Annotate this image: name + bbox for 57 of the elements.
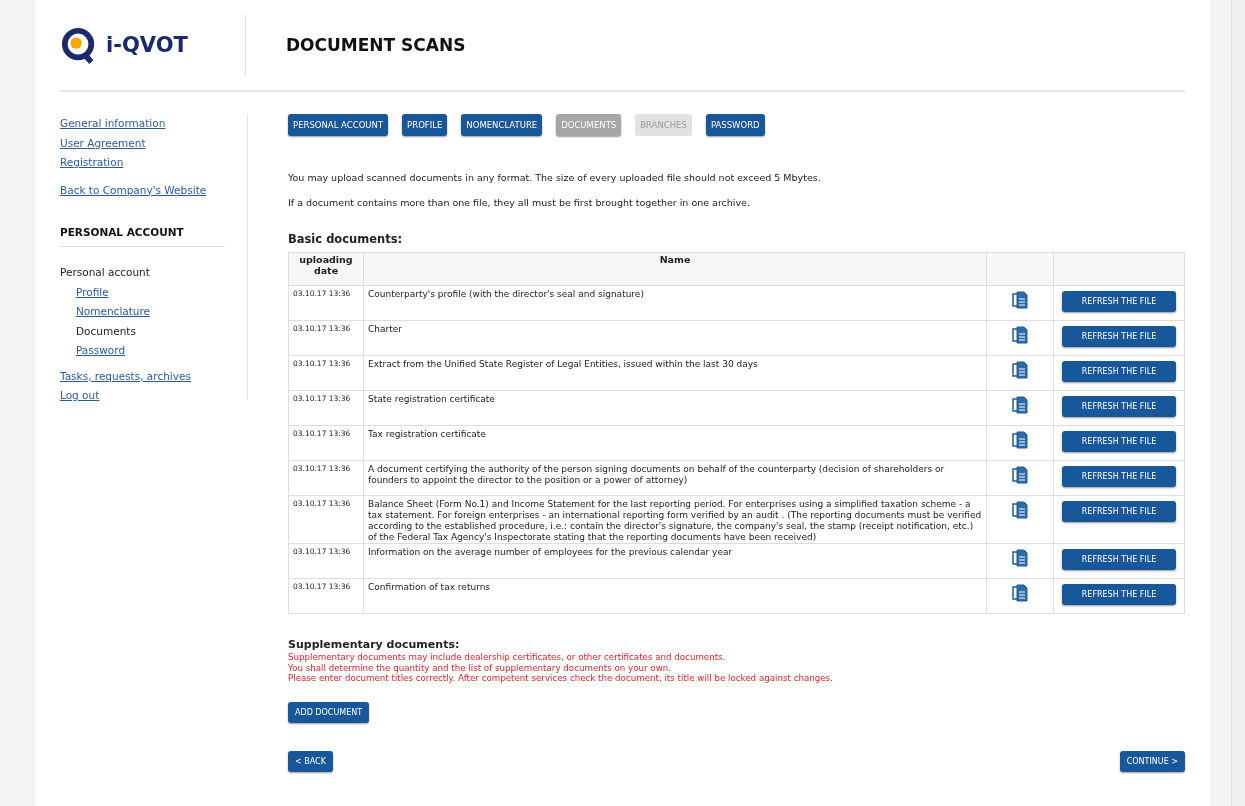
warning-text: Please enter document titles correctly. After competent services check the document, its title will be locked against changes. (288, 673, 834, 684)
section-title: PERSONAL ACCOUNT (60, 226, 225, 247)
refresh-file-button[interactable]: REFRESH THE FILE (1062, 584, 1176, 605)
column-header: Name (363, 252, 987, 286)
sidebar-item[interactable]: Documents (60, 321, 225, 341)
refresh-file-button[interactable]: REFRESH THE FILE (1062, 326, 1176, 347)
refresh-file-button[interactable]: REFRESH THE FILE (1062, 431, 1176, 452)
name-cell: Confirmation of tax returns (363, 578, 987, 614)
documents-icon[interactable] (1012, 361, 1028, 379)
name-cell: Balance Sheet (Form No.1) and Income Statement for the last reporting period. For enterprises using a simplified taxation scheme - a tax statement. For foreign enterprises - an international reporting form verified by an audit . (The reporting documents must be verified according to the established procedure, i.e.: contain the director's signature, the company's seal, the stamp (receipt notification, etc.) of the Federal Tax Agency's Inspectorate stating that the reporting documents have been received) (363, 495, 987, 544)
sidebar-link[interactable]: General information (60, 114, 225, 134)
info-text: You may upload scanned documents in any format. The size of every uploaded file should not exceed 5 Mbytes. (288, 172, 822, 183)
documents-icon[interactable] (1012, 501, 1028, 519)
name-cell: Tax registration certificate (363, 425, 987, 461)
column-header: uploading date (288, 252, 364, 286)
section-heading: Supplementary documents: (288, 638, 461, 651)
page-title: DOCUMENT SCANS (286, 35, 466, 55)
refresh-file-button[interactable]: REFRESH THE FILE (1062, 361, 1176, 382)
name-cell: Counterparty's profile (with the director's seal and signature) (363, 285, 987, 321)
tab[interactable]: NOMENCLATURE (461, 114, 543, 136)
sidebar-link[interactable]: Registration (60, 153, 225, 173)
name-cell: Extract from the Unified State Register of Legal Entities, issued within the last 30 days (363, 355, 987, 391)
warning-text: Supplementary documents may include dealership certificates, or other certificates and documents. (288, 652, 727, 663)
documents-icon[interactable] (1012, 326, 1028, 344)
refresh-file-button[interactable]: REFRESH THE FILE (1062, 549, 1176, 570)
logo-text: i-QVOT (106, 33, 188, 57)
documents-icon[interactable] (1012, 396, 1028, 414)
add-document-button[interactable]: ADD DOCUMENT (288, 701, 370, 723)
documents-icon[interactable] (1012, 584, 1028, 602)
refresh-file-button[interactable]: REFRESH THE FILE (1062, 396, 1176, 417)
sidebar-item[interactable]: Personal account (60, 263, 225, 283)
section-heading: Basic documents: (288, 232, 404, 246)
documents-icon[interactable] (1012, 549, 1028, 567)
tab[interactable]: PROFILE (402, 114, 448, 136)
name-cell: A document certifying the authority of the person signing documents on behalf of the counterparty (decision of shareholders or founders to appoint the director to the position or a power of attorney) (363, 460, 987, 496)
refresh-file-button[interactable]: REFRESH THE FILE (1062, 291, 1176, 312)
documents-icon[interactable] (1012, 466, 1028, 484)
name-cell: State registration certificate (363, 390, 987, 426)
sidebar-item[interactable]: Password (60, 341, 225, 361)
refresh-file-button[interactable]: REFRESH THE FILE (1062, 501, 1176, 522)
refresh-file-button[interactable]: REFRESH THE FILE (1062, 466, 1176, 487)
sidebar-link[interactable]: User Agreement (60, 133, 225, 153)
info-text: If a document contains more than one file, they all must be first brought together in one archive. (288, 197, 751, 208)
name-cell: Information on the average number of employees for the previous calendar year (363, 543, 987, 579)
back-button[interactable]: < BACK (288, 750, 333, 772)
sidebar-item[interactable]: Nomenclature (60, 302, 225, 322)
sidebar-item[interactable]: Tasks, requests, archives (60, 366, 225, 386)
sidebar-item[interactable]: Profile (60, 282, 225, 302)
documents-icon[interactable] (1012, 431, 1028, 449)
warning-text: You shall determine the quantity and the list of supplementary documents on your own. (288, 662, 672, 673)
tab[interactable]: PERSONAL ACCOUNT (288, 114, 389, 136)
continue-button[interactable]: CONTINUE > (1119, 750, 1185, 772)
tab[interactable]: PASSWORD (705, 114, 765, 136)
sidebar-item[interactable]: Log out (60, 386, 225, 406)
back-link[interactable]: Back to Company's Website (60, 180, 225, 200)
documents-icon[interactable] (1012, 291, 1028, 309)
name-cell: Charter (363, 320, 987, 356)
